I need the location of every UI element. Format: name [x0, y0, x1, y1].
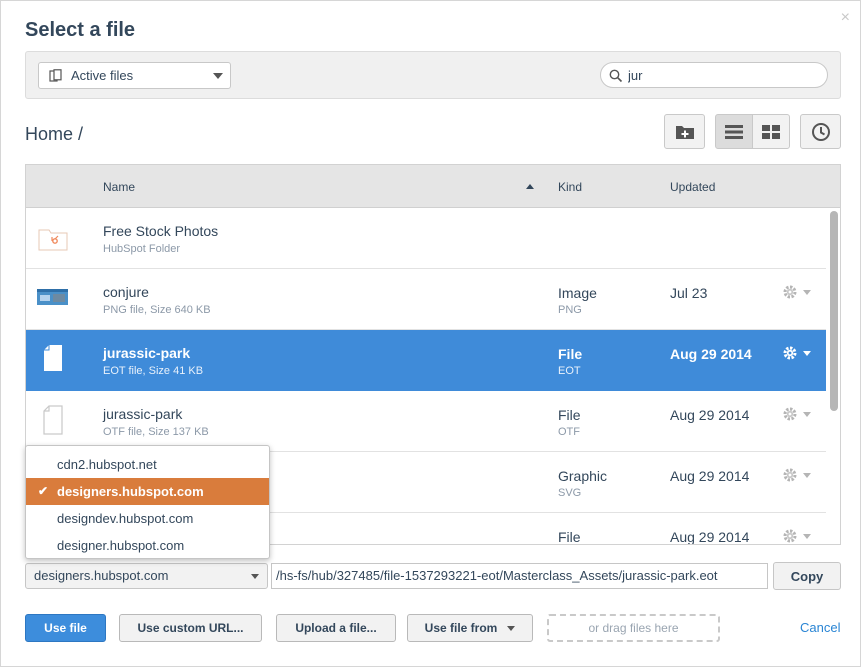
sort-ascending-icon[interactable] — [526, 184, 534, 189]
file-kind-extension: OTF — [558, 426, 580, 438]
hubspot-folder-icon — [38, 229, 68, 251]
recent-files-button[interactable] — [800, 114, 841, 149]
gear-icon[interactable] — [782, 344, 816, 362]
file-name: Free Stock Photos — [103, 223, 219, 239]
domain-option[interactable]: designdev.hubspot.com — [26, 505, 269, 532]
gear-icon[interactable] — [782, 466, 816, 484]
new-folder-button[interactable] — [664, 114, 705, 149]
list-view-icon — [725, 124, 743, 139]
use-file-button[interactable]: Use file — [25, 614, 106, 642]
domain-option-label: designers.hubspot.com — [57, 484, 204, 499]
gear-icon[interactable] — [782, 283, 816, 301]
close-icon[interactable]: × — [841, 10, 850, 26]
domain-option[interactable]: designer.hubspot.com — [26, 532, 269, 559]
column-header-updated[interactable]: Updated — [670, 180, 715, 194]
table-row-selected[interactable]: jurassic-park EOT file, Size 41 KB File … — [26, 330, 826, 391]
table-row[interactable]: Free Stock Photos HubSpot Folder — [26, 208, 826, 269]
file-kind: File — [558, 529, 581, 545]
search-icon — [609, 69, 623, 83]
file-kind: File — [558, 407, 581, 423]
file-updated: Aug 29 2014 — [670, 346, 752, 362]
table-row[interactable]: conjure PNG file, Size 640 KB Image PNG … — [26, 269, 826, 330]
upload-file-button[interactable]: Upload a file... — [276, 614, 396, 642]
domain-select-value: designers.hubspot.com — [34, 568, 169, 583]
file-icon — [44, 345, 62, 371]
column-header-kind[interactable]: Kind — [558, 180, 582, 194]
select-file-dialog: Select a file × Active files Home / — [0, 0, 861, 667]
search-input[interactable] — [626, 66, 816, 84]
files-icon — [49, 68, 62, 82]
file-name: conjure — [103, 284, 149, 300]
table-header: Name Kind Updated — [26, 165, 840, 208]
file-updated: Aug 29 2014 — [670, 468, 750, 484]
file-kind: File — [558, 346, 583, 362]
file-kind-extension: SVG — [558, 487, 582, 499]
dialog-title: Select a file — [25, 19, 136, 41]
chevron-down-icon — [507, 625, 516, 631]
file-kind: Image — [558, 285, 597, 301]
copy-button[interactable]: Copy — [773, 562, 841, 590]
domain-select[interactable]: designers.hubspot.com — [25, 563, 268, 589]
gear-icon[interactable] — [782, 405, 816, 423]
file-updated: Aug 29 2014 — [670, 407, 750, 423]
file-name: jurassic-park — [103, 345, 191, 361]
use-file-from-button[interactable]: Use file from — [407, 614, 533, 642]
domain-option[interactable]: cdn2.hubspot.net — [26, 451, 269, 478]
search-box[interactable] — [600, 62, 828, 88]
file-meta: EOT file, Size 41 KB — [103, 365, 204, 377]
file-meta: PNG file, Size 640 KB — [103, 304, 211, 316]
gear-icon[interactable] — [782, 527, 816, 545]
file-kind-extension: PNG — [558, 304, 582, 316]
file-kind: Graphic — [558, 468, 608, 484]
cancel-link[interactable]: Cancel — [800, 620, 840, 635]
grid-view-icon — [762, 124, 780, 139]
domain-dropdown-menu: cdn2.hubspot.net ✔ designers.hubspot.com… — [25, 445, 270, 559]
file-updated: Aug 29 2014 — [670, 529, 750, 545]
file-status-select[interactable]: Active files — [38, 62, 231, 89]
file-url-path-field[interactable]: /hs-fs/hub/327485/file-1537293221-eot/Ma… — [271, 563, 768, 589]
list-view-button[interactable] — [715, 114, 753, 149]
chevron-down-icon — [213, 73, 223, 79]
file-meta: HubSpot Folder — [103, 243, 181, 255]
file-meta: OTF file, Size 137 KB — [103, 426, 209, 438]
use-file-from-label: Use file from — [424, 621, 498, 635]
new-folder-icon — [675, 125, 694, 139]
image-thumbnail — [37, 289, 68, 305]
file-status-value: Active files — [71, 68, 134, 83]
column-header-name[interactable]: Name — [103, 180, 135, 194]
chevron-down-icon — [251, 574, 259, 579]
file-icon — [43, 405, 63, 435]
domain-option-selected[interactable]: ✔ designers.hubspot.com — [26, 478, 269, 505]
filter-bar: Active files — [25, 51, 841, 99]
file-kind-extension: EOT — [558, 365, 581, 377]
table-row[interactable]: jurassic-park OTF file, Size 137 KB File… — [26, 391, 826, 452]
check-icon: ✔ — [38, 484, 49, 498]
use-custom-url-button[interactable]: Use custom URL... — [119, 614, 262, 642]
grid-view-button[interactable] — [752, 114, 790, 149]
scrollbar[interactable] — [830, 211, 838, 411]
file-name: jurassic-park — [103, 406, 183, 422]
file-updated: Jul 23 — [670, 285, 708, 301]
drag-drop-zone[interactable]: or drag files here — [547, 614, 720, 642]
breadcrumb[interactable]: Home / — [25, 124, 83, 145]
clock-icon — [811, 122, 830, 141]
